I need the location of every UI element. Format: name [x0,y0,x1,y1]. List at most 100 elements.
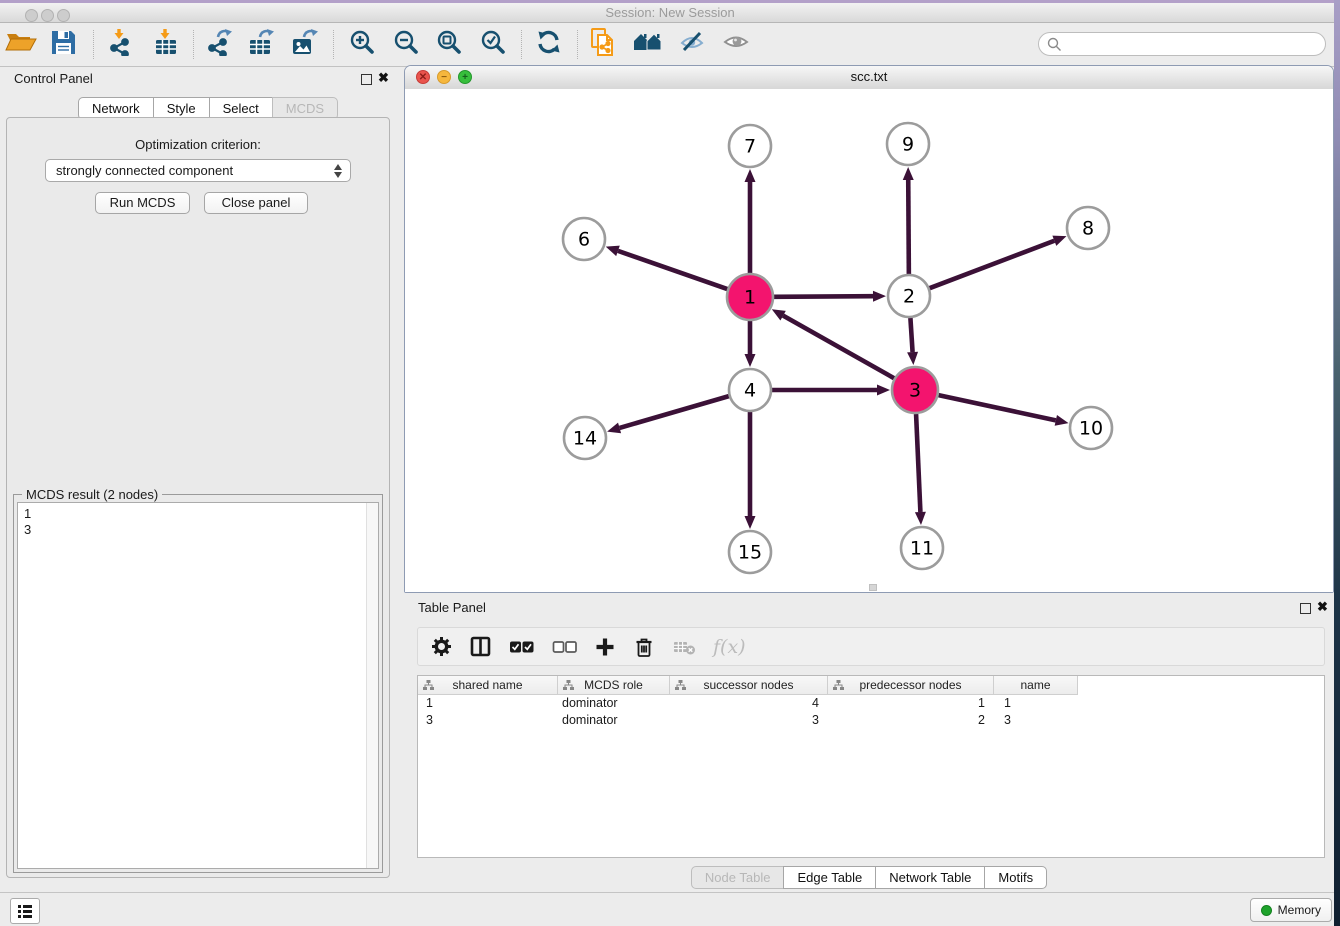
column-header-predecessor-nodes[interactable]: predecessor nodes [828,676,994,695]
graph-edge-4-15[interactable] [745,412,756,529]
network-frame-titlebar[interactable]: ✕ − + scc.txt [405,66,1333,90]
tab-motifs[interactable]: Motifs [984,866,1047,889]
graph-node-4[interactable]: 4 [729,369,771,411]
graph-edge-1-6[interactable] [606,246,728,289]
status-bar: Memory [0,892,1340,926]
network-canvas[interactable]: 1 2 3 4 6 7 8 9 10 11 14 15 [405,89,1333,592]
select-all-button[interactable] [508,639,534,655]
graph-node-14[interactable]: 14 [564,417,606,459]
node-label: 3 [909,380,921,402]
criterion-dropdown[interactable]: strongly connected component [45,159,351,182]
node-label: 14 [573,428,597,450]
close-table-panel-icon[interactable]: ✖ [1317,599,1328,615]
graph-edge-2-9[interactable] [903,167,914,274]
zoom-out-button[interactable] [388,26,424,63]
export-table-button[interactable] [243,26,279,63]
graph-edge-1-4[interactable] [745,321,756,367]
checked-boxes-icon [509,639,534,655]
graph-node-11[interactable]: 11 [901,527,943,569]
graph-node-3[interactable]: 3 [892,367,938,413]
table-row[interactable]: 1dominator411 [418,695,1324,712]
column-header-name[interactable]: name [994,676,1078,695]
graph-edge-1-7[interactable] [745,169,756,273]
graph-node-8[interactable]: 8 [1067,207,1109,249]
export-image-button[interactable] [287,26,323,63]
save-session-button[interactable] [45,26,81,63]
go-home-button[interactable] [630,26,666,63]
show-column-button[interactable] [469,636,491,657]
cell-MCDS-role: dominator [558,712,670,729]
graph-edge-3-11[interactable] [915,414,926,525]
canvas-resize-handle[interactable] [869,584,877,591]
memory-button[interactable]: Memory [1250,898,1332,922]
mcds-result-area[interactable]: 1 3 [17,502,379,869]
cell-name: 3 [994,712,1078,729]
eye-icon [723,31,749,58]
graph-edge-4-14[interactable] [607,396,729,433]
search-box[interactable] [1038,32,1326,56]
graph-node-9[interactable]: 9 [887,123,929,165]
open-folder-icon [5,29,37,60]
import-table-icon [153,28,179,61]
result-scrollbar[interactable] [366,503,378,868]
zoom-selected-button[interactable] [475,26,511,63]
graph-edge-4-3[interactable] [772,385,890,396]
float-panel-icon[interactable] [361,74,372,85]
delete-table-button[interactable] [672,638,696,656]
export-network-button[interactable] [201,26,237,63]
close-panel-button[interactable]: Close panel [204,192,308,214]
search-icon [1047,37,1062,52]
show-all-button[interactable] [718,26,754,63]
graph-edge-1-2[interactable] [774,291,886,302]
column-header-successor-nodes[interactable]: successor nodes [670,676,828,695]
graph-node-1[interactable]: 1 [727,274,773,320]
open-file-button[interactable] [3,26,39,63]
hierarchy-icon [675,680,686,691]
node-label: 15 [738,542,762,564]
cell-shared-name: 3 [418,712,558,729]
run-mcds-button[interactable]: Run MCDS [95,192,190,214]
trash-icon [634,636,654,658]
import-table-button[interactable] [148,26,184,63]
column-header-MCDS-role[interactable]: MCDS role [558,676,670,695]
mcds-result-title: MCDS result (2 nodes) [22,487,162,502]
clone-network-button[interactable] [586,26,622,63]
graph-node-15[interactable]: 15 [729,531,771,573]
zoom-fit-button[interactable] [431,26,467,63]
optimization-criterion-label: Optimization criterion: [7,137,389,152]
graph-node-6[interactable]: 6 [563,218,605,260]
search-input[interactable] [1065,34,1319,56]
graph-edge-2-8[interactable] [930,236,1067,289]
graph-edge-3-1[interactable] [772,309,894,378]
memory-status-icon [1261,905,1272,916]
mcds-result-group: MCDS result (2 nodes) 1 3 [13,494,383,873]
graph-edge-3-10[interactable] [938,395,1068,426]
close-panel-icon[interactable]: ✖ [378,70,389,86]
float-table-panel-icon[interactable] [1300,603,1311,614]
task-list-button[interactable] [10,898,40,924]
zoom-in-button[interactable] [344,26,380,63]
tab-edge-table[interactable]: Edge Table [783,866,876,889]
graph-edge-2-3[interactable] [907,318,918,365]
graph-node-2[interactable]: 2 [888,275,930,317]
add-row-button[interactable] [594,637,616,657]
refresh-view-button[interactable] [531,26,567,63]
import-network-button[interactable] [102,26,138,63]
cell-successor-nodes: 4 [670,695,828,712]
node-label: 6 [578,229,590,251]
column-header-shared-name[interactable]: shared name [418,676,558,695]
deselect-all-button[interactable] [551,639,577,655]
node-label: 7 [744,136,756,158]
apply-function-button[interactable]: f(x) [713,636,746,658]
hide-selected-button[interactable] [674,26,710,63]
table-row[interactable]: 3dominator323 [418,712,1324,729]
graph-node-10[interactable]: 10 [1070,407,1112,449]
delete-table-icon [673,638,696,656]
delete-row-button[interactable] [633,636,655,658]
tab-node-table[interactable]: Node Table [691,866,785,889]
tab-network-table[interactable]: Network Table [875,866,985,889]
table-settings-button[interactable] [430,636,452,657]
graph-node-7[interactable]: 7 [729,125,771,167]
node-label: 2 [903,286,915,308]
application-window: Session: New Session [0,0,1340,926]
